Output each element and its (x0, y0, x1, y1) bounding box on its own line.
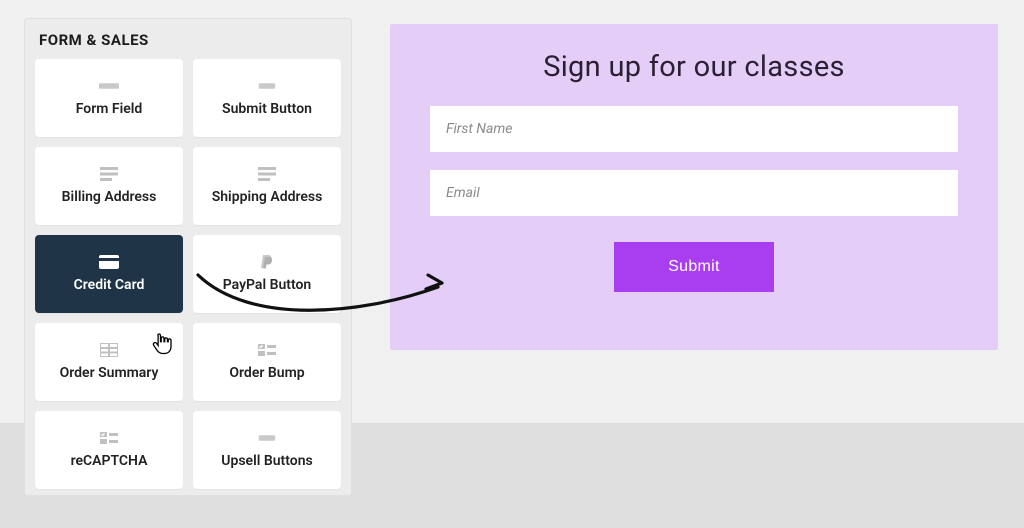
tile-label: Billing Address (62, 189, 157, 205)
lines-icon (257, 167, 277, 181)
first-name-field[interactable] (430, 106, 958, 152)
tile-label: reCAPTCHA (71, 453, 148, 469)
button-icon (257, 431, 277, 445)
table-icon (99, 343, 119, 357)
tile-label: Order Summary (60, 365, 159, 381)
tile-paypal-button[interactable]: PayPal Button (193, 235, 341, 313)
tile-submit-button[interactable]: Submit Button (193, 59, 341, 137)
tile-order-bump[interactable]: Order Bump (193, 323, 341, 401)
panel-title: FORM & SALES (35, 31, 341, 49)
tile-label: Form Field (76, 101, 143, 117)
elements-panel: FORM & SALES Form Field Submit Button Bi… (24, 18, 352, 496)
form-title: Sign up for our classes (543, 50, 845, 84)
submit-button[interactable]: Submit (614, 242, 774, 292)
tiles-grid: Form Field Submit Button Billing Address… (35, 59, 341, 489)
input-icon (99, 79, 119, 93)
tile-upsell-buttons[interactable]: Upsell Buttons (193, 411, 341, 489)
tile-billing-address[interactable]: Billing Address (35, 147, 183, 225)
button-icon (257, 79, 277, 93)
checklist-icon (257, 343, 277, 357)
paypal-icon (257, 255, 277, 269)
tile-label: Submit Button (222, 101, 312, 117)
tile-recaptcha[interactable]: reCAPTCHA (35, 411, 183, 489)
tile-credit-card[interactable]: Credit Card (35, 235, 183, 313)
tile-form-field[interactable]: Form Field (35, 59, 183, 137)
lines-icon (99, 167, 119, 181)
email-field[interactable] (430, 170, 958, 216)
tile-label: Upsell Buttons (221, 453, 312, 469)
card-icon (99, 255, 119, 269)
form-preview: Sign up for our classes Submit (390, 24, 998, 350)
tile-label: PayPal Button (223, 277, 312, 293)
tile-label: Credit Card (74, 277, 145, 293)
tile-label: Shipping Address (212, 189, 323, 205)
tile-order-summary[interactable]: Order Summary (35, 323, 183, 401)
tile-shipping-address[interactable]: Shipping Address (193, 147, 341, 225)
tile-label: Order Bump (229, 365, 304, 381)
checklist-icon (99, 431, 119, 445)
